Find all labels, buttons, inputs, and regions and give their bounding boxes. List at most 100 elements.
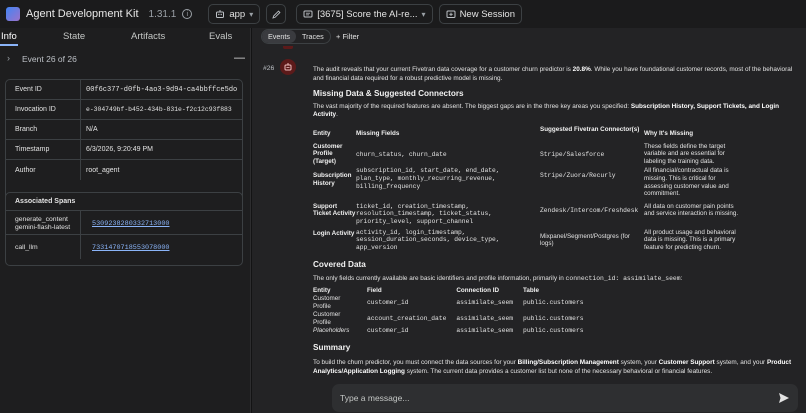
detail-key: Author [15, 166, 36, 174]
table-cell: Placeholders [313, 327, 350, 335]
table-header: Field [367, 287, 382, 295]
event-navigator: › Event 26 of 26 — [0, 52, 251, 66]
missing-paragraph: The vast majority of the required featur… [313, 102, 780, 119]
table-row: Subscription History subscription_id, st… [313, 166, 743, 198]
table-cell: public.customers [523, 299, 584, 307]
tab-evals[interactable]: Evals [209, 31, 232, 42]
detail-value: root_agent [86, 166, 120, 174]
spans-title: Associated Spans [6, 193, 242, 211]
table-row: Support Ticket Activity ticket_id, creat… [313, 199, 743, 227]
app-selector-label: app [229, 8, 246, 20]
robot-icon [284, 63, 292, 71]
side-panel: Info State Artifacts Evals › Event 26 of… [0, 28, 251, 413]
table-header: Why It's Missing [644, 129, 694, 137]
span-id-link[interactable]: 7331470718553078000 [92, 244, 170, 252]
robot-icon [216, 10, 225, 18]
table-cell: assimilate_seem [456, 327, 514, 335]
view-toggle: Events Traces [261, 29, 331, 44]
tab-state[interactable]: State [63, 31, 85, 42]
table-cell: customer_id [367, 299, 409, 307]
event-counter: Event 26 of 26 [22, 54, 77, 64]
chevron-down-icon: ▾ [249, 9, 254, 19]
table-cell: Mixpanel/Segment/Postgres (for logs) [540, 232, 630, 248]
agent-message: The audit reveals that your current Five… [313, 66, 799, 376]
detail-value: N/A [86, 126, 98, 133]
detail-key: Event ID [15, 86, 42, 93]
table-cell: Customer Profile [313, 295, 341, 311]
table-cell: Stripe/Zuora/Recurly [540, 172, 616, 180]
top-bar: Agent Development Kit 1.31.1 i app ▾ [36… [0, 0, 806, 28]
table-cell: subscription_id, start_date, end_date, p… [356, 167, 500, 190]
table-header: Connection ID [456, 287, 500, 295]
table-row: Login Activity activity_id, login_timest… [313, 227, 743, 253]
filter-button[interactable]: + Filter [336, 32, 359, 41]
table-cell: All data on customer pain points and ser… [644, 202, 739, 218]
events-toggle[interactable]: Events [262, 30, 296, 43]
table-cell: assimilate_seem [456, 315, 514, 323]
info-icon[interactable]: i [182, 9, 193, 19]
new-session-icon [446, 10, 456, 18]
pencil-icon [272, 9, 281, 19]
missing-heading: Missing Data & Suggested Connectors [313, 89, 464, 99]
detail-row: Event ID 00f6c377-d0fb-4ao3-9d94-ca4bbffc… [6, 80, 242, 100]
chevron-down-icon: ▾ [421, 9, 426, 19]
summary-paragraph: To build the churn predictor, you must c… [313, 359, 792, 375]
session-selector-label: [3675] Score the AI-re... [317, 8, 418, 20]
table-row: Customer Profile customer_id assimilate_… [313, 295, 594, 311]
previous-avatar [283, 46, 293, 49]
table-row: Placeholders customer_id assimilate_seem… [313, 327, 594, 335]
intro-paragraph: The audit reveals that your current Five… [313, 66, 793, 82]
table-cell: Stripe/Salesforce [540, 150, 605, 158]
tab-artifacts[interactable]: Artifacts [131, 31, 165, 42]
covered-paragraph: The only fields currently available are … [313, 274, 683, 282]
app-root: Agent Development Kit 1.31.1 i app ▾ [36… [0, 0, 806, 413]
app-selector[interactable]: app ▾ [208, 4, 261, 24]
table-cell: Subscription History [313, 172, 352, 187]
table-cell: Zendesk/Intercom/Freshdesk [540, 206, 639, 214]
table-cell: public.customers [523, 327, 584, 335]
app-title: Agent Development Kit [26, 8, 139, 20]
agent-avatar [280, 59, 296, 75]
event-details-table: Event ID 00f6c377-d0fb-4ao3-9d94-ca4bbffc… [5, 79, 243, 206]
detail-row: Author root_agent [6, 160, 242, 180]
detail-key: Timestamp [15, 146, 50, 153]
table-header: Missing Fields [356, 129, 400, 137]
detail-row: Timestamp 6/3/2026, 9:20:49 PM [6, 140, 242, 160]
session-selector[interactable]: [3675] Score the AI-re... ▾ [296, 4, 433, 24]
tab-info[interactable]: Info [1, 31, 17, 42]
table-cell: Customer Profile [313, 311, 341, 327]
message-list[interactable]: #26 The audit reveals that your current … [252, 46, 806, 381]
chat-panel: Events Traces + Filter #26 The audit rev… [252, 28, 806, 413]
table-row: Customer Profile account_creation_date a… [313, 311, 594, 327]
table-cell: churn_status, churn_date [356, 150, 447, 158]
collapse-icon[interactable]: — [234, 52, 245, 64]
send-icon[interactable] [778, 392, 790, 404]
message-number: #26 [263, 65, 275, 72]
table-cell: customer_id [367, 327, 409, 335]
table-cell: Login Activity [313, 229, 355, 237]
traces-toggle[interactable]: Traces [296, 30, 330, 43]
table-header-row: Entity Missing Fields Suggested Fivetran… [313, 126, 743, 138]
table-header-row: Entity Field Connection ID Table [313, 287, 594, 295]
edit-button[interactable] [266, 4, 287, 24]
table-cell: ticket_id, creation_timestamp, resolutio… [356, 202, 493, 225]
table-cell: public.customers [523, 315, 584, 323]
table-cell: These fields define the target variable … [644, 142, 726, 165]
table-header: Table [523, 287, 540, 295]
table-cell: Customer Profile (Target) [313, 142, 343, 165]
new-session-button[interactable]: New Session [438, 4, 523, 24]
detail-value: 00f6c377-d0fb-4ao3-9d94-ca4bbffce5do [86, 85, 238, 94]
detail-value: e-304749bf-b452-434b-831e-f2c12c93f883 [86, 106, 232, 113]
table-cell: assimilate_seem [456, 299, 514, 307]
table-cell: activity_id, login_timestamp, session_du… [356, 228, 500, 251]
side-tabs: Info State Artifacts Evals [0, 28, 250, 46]
message-composer [332, 384, 798, 412]
message-input[interactable] [340, 390, 760, 406]
table-row: Customer Profile (Target) churn_status, … [313, 138, 743, 167]
chevron-right-icon[interactable]: › [7, 53, 10, 63]
span-id-link[interactable]: 5309238280332713000 [92, 220, 170, 228]
table-cell: account_creation_date [367, 315, 447, 323]
version-label: 1.31.1 [148, 8, 177, 20]
summary-heading: Summary [313, 343, 351, 353]
detail-key: Invocation ID [15, 106, 56, 113]
